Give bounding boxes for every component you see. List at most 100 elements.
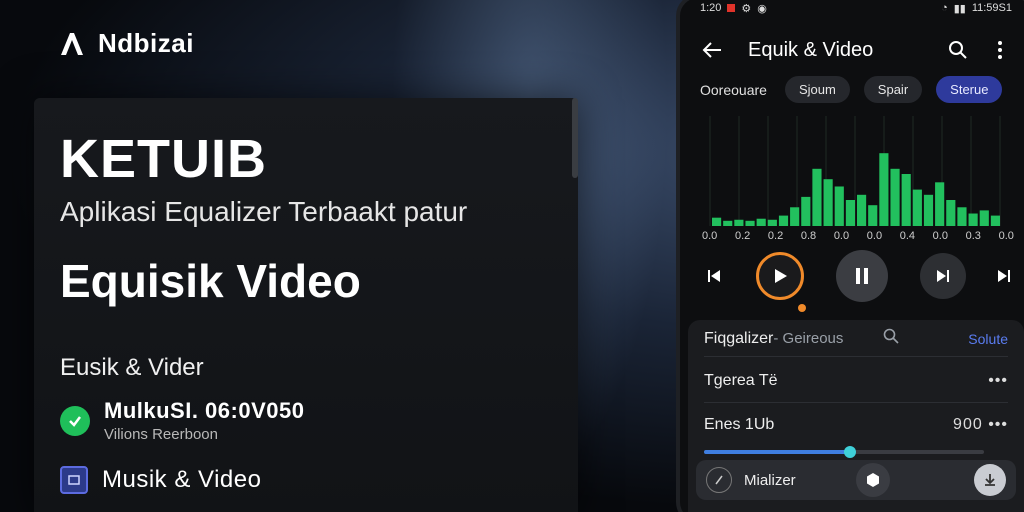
tick-label: 0.0	[833, 230, 850, 242]
panel-row-title: Enes 1Ub	[704, 416, 775, 433]
pause-button[interactable]	[836, 250, 888, 302]
spectrum-bar	[778, 215, 789, 226]
row-value: 900	[953, 416, 983, 433]
panel-row[interactable]: Enes 1Ub 900 •••	[704, 416, 1008, 434]
signal-icon: ▮▮	[953, 2, 966, 15]
tick-label: 0.4	[899, 230, 916, 242]
spectrum-bar	[812, 168, 822, 226]
spectrum-bar	[935, 182, 945, 226]
download-icon[interactable]	[974, 464, 1006, 496]
tick-label: 0.3	[965, 230, 981, 242]
search-icon[interactable]	[944, 36, 972, 64]
divider	[704, 402, 1008, 403]
more-vertical-icon[interactable]	[986, 36, 1014, 64]
list-item-title: Musik & Video	[102, 466, 262, 493]
tick-label: 0.2	[734, 230, 751, 242]
section-label: Eusik & Vider	[60, 354, 204, 381]
phone-screen: 1:20 ⚙ ◉ ◔ ▮▮ 11:59S1 Equik & Video Oore…	[676, 0, 1024, 512]
spectrum-bar	[767, 219, 777, 226]
circle-icon: ◉	[757, 2, 767, 15]
play-button[interactable]	[756, 252, 804, 300]
spectrum-bar	[901, 174, 911, 226]
chip-preset[interactable]: Sjoum	[784, 76, 850, 103]
list-item[interactable]: Musik & Video	[60, 466, 261, 494]
slider-knob[interactable]	[843, 446, 856, 458]
spectrum-bar	[979, 210, 989, 226]
equalizer-panel: Fiqgalizer - Geireous Solute Tgerea Të •…	[688, 320, 1024, 512]
status-time-right: 11:59S1	[971, 2, 1012, 14]
wifi-icon: ◔	[941, 2, 948, 14]
check-badge-icon	[60, 405, 90, 436]
tick-label: 0.8	[800, 230, 817, 242]
brand-name: Ndbizai	[98, 28, 194, 58]
list-item[interactable]: MulkuSI. 06:0V050 Vilions Reerboon	[60, 398, 304, 443]
divider	[704, 356, 1008, 357]
hexagon-button[interactable]	[855, 463, 890, 497]
spectrum-bar	[857, 194, 867, 226]
spectrum-bar	[723, 220, 733, 226]
tick-label: 0.0	[702, 230, 718, 242]
panel-row-title: Tgerea Të	[704, 372, 778, 389]
status-bar: 1:20 ⚙ ◉ ◔ ▮▮ 11:59S1	[700, 0, 1012, 16]
list-item-subtitle: Vilions Reerboon	[104, 426, 218, 443]
card-scrollbar[interactable]	[572, 98, 578, 178]
spectrum-bar	[845, 200, 855, 226]
spectrum-bar	[823, 179, 833, 226]
media-box-icon	[60, 466, 88, 494]
spectrum-bar	[946, 200, 956, 226]
panel-header: Fiqgalizer - Geireous Solute	[704, 328, 1008, 349]
status-time-left: 1:20	[700, 2, 722, 14]
spectrum-bar	[923, 194, 934, 226]
tick-label: 0.0	[866, 230, 883, 242]
panel-row-value: 900 •••	[953, 416, 1008, 433]
settings-icon: ⚙	[741, 2, 752, 15]
spectrum-bar	[990, 215, 1000, 226]
panel-row[interactable]: Tgerea Të •••	[704, 372, 1008, 390]
tick-label: 0.0	[998, 230, 1014, 242]
panel-subtitle: - Geireous	[773, 330, 844, 347]
hero-title: KETUIB	[60, 129, 267, 189]
brand-logo-icon	[61, 32, 83, 55]
spectrum-bar	[745, 220, 755, 226]
spectrum-bar	[801, 196, 811, 226]
app-bar: Equik & Video	[698, 32, 1014, 68]
page-title: Equik & Video	[748, 38, 874, 61]
spectrum-bar	[868, 205, 878, 226]
brand: Ndbizai	[58, 28, 194, 59]
more-horizontal-icon[interactable]: •••	[988, 372, 1008, 390]
bottom-bar: Mializer	[696, 460, 1016, 500]
tick-label: 0.0	[932, 230, 948, 242]
list-item-title: MulkuSI. 06:0V050	[104, 398, 305, 423]
spectrum-bar	[712, 217, 722, 226]
spectrum-bar	[957, 207, 967, 226]
skip-next-icon[interactable]	[992, 264, 1016, 288]
spectrum-bar	[890, 168, 900, 226]
chip-preset-active[interactable]: Sterue	[936, 76, 1003, 103]
spectrum-bar	[790, 207, 800, 226]
mic-icon[interactable]	[706, 467, 732, 493]
panel-link[interactable]: Solute	[968, 331, 1008, 347]
spectrum-bar	[879, 153, 889, 226]
next-button[interactable]	[920, 253, 966, 299]
back-arrow-icon[interactable]	[698, 36, 726, 64]
equalizer-spectrum	[709, 116, 1001, 226]
spectrum-bar	[834, 186, 844, 226]
hero-headline: Equisik Video	[60, 255, 361, 307]
bottom-bar-label: Mializer	[744, 471, 796, 489]
preset-chips: Ooreouare Sjoum Spair Sterue	[700, 76, 1016, 103]
spectrum-bar	[968, 213, 978, 226]
tick-label: 0.2	[767, 230, 784, 242]
skip-previous-icon[interactable]	[702, 264, 726, 288]
chip-group-label: Ooreouare	[700, 81, 767, 98]
level-slider[interactable]	[704, 446, 984, 458]
panel-title: Fiqgalizer	[704, 329, 774, 347]
spectrum-bar	[912, 189, 922, 226]
progress-dot	[798, 304, 806, 312]
promo-card: KETUIB Aplikasi Equalizer Terbaakt patur…	[34, 98, 578, 512]
hero-subtitle: Aplikasi Equalizer Terbaakt patur	[60, 196, 468, 227]
slider-fill	[704, 450, 850, 454]
notification-icon	[727, 4, 736, 12]
chip-preset[interactable]: Spair	[863, 76, 923, 103]
spectrum-ticks: 0.0 0.2 0.2 0.8 0.0 0.0 0.4 0.0 0.3 0.0	[702, 230, 1014, 242]
search-icon[interactable]	[883, 328, 899, 349]
